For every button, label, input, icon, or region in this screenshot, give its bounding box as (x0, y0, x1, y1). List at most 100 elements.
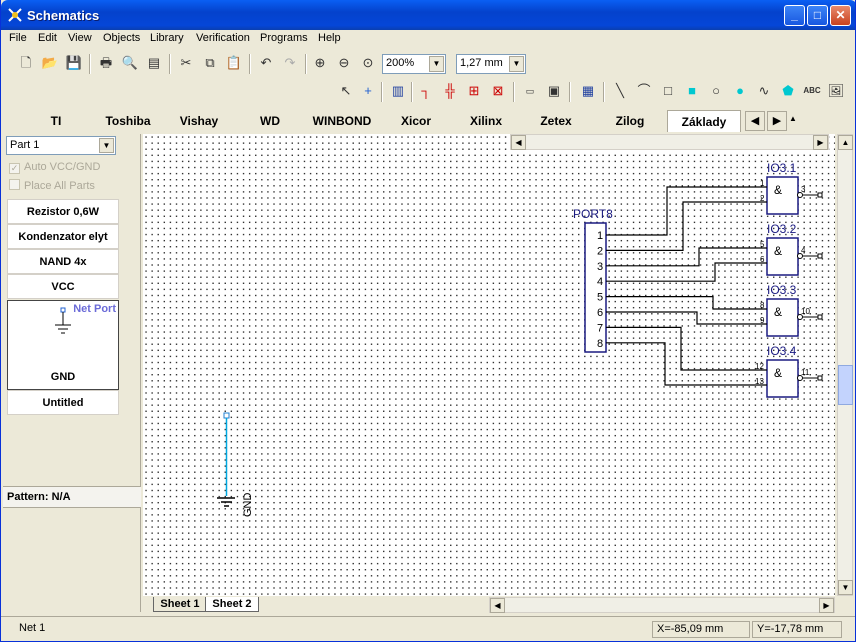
expand-icon[interactable]: ▲ (789, 114, 797, 123)
menu-programs[interactable]: Programs (260, 32, 308, 44)
copy-icon[interactable]: ⧉ (201, 54, 219, 72)
scroll-right-icon[interactable]: ▶ (813, 135, 828, 150)
save-icon[interactable]: 💾 (65, 54, 83, 72)
paste-icon[interactable]: 📋 (225, 54, 243, 72)
tab-zaklady[interactable]: Základy (667, 110, 741, 132)
grid-select[interactable]: 1,27 mm ▼ (456, 54, 526, 74)
menu-objects[interactable]: Objects (103, 32, 140, 44)
output-terminal (817, 253, 823, 259)
net-wire (606, 296, 767, 310)
select-arrow-icon[interactable]: ↖ (337, 82, 355, 100)
horizontal-scrollbar[interactable]: ◀ ▶ (489, 597, 835, 613)
junction-icon[interactable]: ⊠ (489, 82, 507, 100)
part-item-kondenzator[interactable]: Kondenzator elyt (7, 224, 119, 249)
print-icon[interactable]: 🖶 (97, 54, 115, 72)
status-y-coordinate: Y=-17,78 mm (752, 621, 842, 638)
bus-icon[interactable]: ╬ (441, 82, 459, 100)
tab-toshiba[interactable]: Toshiba (95, 110, 161, 132)
tab-scroll-right-icon[interactable]: ▶ (767, 111, 787, 131)
zoom-fit-icon[interactable]: ⊙ (359, 54, 377, 72)
arc-icon[interactable]: ⌒ (635, 82, 653, 100)
new-icon[interactable]: 🗋 (17, 54, 35, 72)
tab-zetex[interactable]: Zetex (529, 110, 583, 132)
scroll-left-icon[interactable]: ◀ (511, 135, 526, 150)
schematic-canvas[interactable]: PORT8 1 2 3 4 5 6 7 8 IO3.1 & 3 1 2 IO3.2 & 4 5 6 IO3.3 & 10 8… (143, 134, 835, 596)
line-icon[interactable]: ╲ (611, 82, 629, 100)
ground-symbol-icon (55, 307, 71, 334)
maximize-button[interactable]: □ (807, 5, 828, 26)
menu-file[interactable]: File (9, 32, 27, 44)
menu-edit[interactable]: Edit (38, 32, 57, 44)
table-icon[interactable]: ▦ (579, 82, 597, 100)
tab-wd[interactable]: WD (244, 110, 296, 132)
canvas-top-scrollbar[interactable]: ◀ ▶ (510, 134, 829, 150)
component-icon[interactable]: ▥ (389, 82, 407, 100)
menu-bar: File Edit View Objects Library Verificat… (1, 30, 855, 48)
polygon-icon[interactable]: ⬟ (779, 82, 797, 100)
separator (89, 54, 91, 74)
output-terminal (817, 314, 823, 320)
sheet-tab-1[interactable]: Sheet 1 (153, 597, 207, 612)
part-item-nand[interactable]: NAND 4x (7, 249, 119, 274)
menu-help[interactable]: Help (318, 32, 341, 44)
ellipse-icon[interactable]: ○ (707, 82, 725, 100)
tab-ti[interactable]: TI (31, 110, 81, 132)
separator (569, 82, 571, 102)
chevron-down-icon: ▼ (429, 56, 444, 72)
minimize-button[interactable]: _ (784, 5, 805, 26)
part-item-rezistor[interactable]: Rezistor 0,6W (7, 199, 119, 224)
separator (249, 54, 251, 74)
open-icon[interactable]: 📂 (41, 54, 59, 72)
tab-scroll-left-icon[interactable]: ◀ (745, 111, 765, 131)
wire-icon[interactable]: ┐ (417, 82, 435, 100)
scroll-left-icon[interactable]: ◀ (490, 598, 505, 613)
part-preview-gnd[interactable]: Net Port GND (7, 300, 119, 390)
vertical-scroll-thumb[interactable] (838, 365, 853, 405)
part-item-vcc[interactable]: VCC (7, 274, 119, 299)
place-all-label: Place All Parts (24, 180, 95, 192)
print-preview-icon[interactable]: 🔍 (121, 54, 139, 72)
auto-vcc-checkbox[interactable]: ✓ Auto VCC/GND (9, 161, 100, 174)
cut-icon[interactable]: ✂ (177, 54, 195, 72)
part-select[interactable]: Part 1 ▼ (6, 136, 116, 155)
port-pin-number: 1 (597, 230, 603, 242)
port-icon[interactable]: ▭ (521, 82, 539, 100)
filled-rectangle-icon[interactable]: ■ (683, 82, 701, 100)
zoom-select[interactable]: 200% ▼ (382, 54, 446, 74)
page-setup-icon[interactable]: ▤ (145, 54, 163, 72)
image-icon[interactable]: 🖼 (827, 82, 845, 100)
tab-xicor[interactable]: Xicor (389, 110, 443, 132)
rectangle-icon[interactable]: □ (659, 82, 677, 100)
text-icon[interactable]: ABC (803, 82, 821, 100)
menu-view[interactable]: View (68, 32, 92, 44)
undo-icon[interactable]: ↶ (257, 54, 275, 72)
scroll-down-icon[interactable]: ▼ (838, 580, 853, 595)
gate-symbol: & (774, 366, 782, 380)
polyline-icon[interactable]: ∿ (755, 82, 773, 100)
close-button[interactable]: ✕ (830, 5, 851, 26)
output-pin-number: 10 (801, 307, 810, 316)
net-wire (606, 342, 767, 386)
vertical-scrollbar[interactable]: ▲ ▼ (837, 134, 853, 596)
net-icon[interactable]: ⊞ (465, 82, 483, 100)
zoom-in-icon[interactable]: ⊕ (311, 54, 329, 72)
chip-icon[interactable]: ▣ (545, 82, 563, 100)
redo-icon[interactable]: ↷ (281, 54, 299, 72)
menu-library[interactable]: Library (150, 32, 184, 44)
place-all-checkbox[interactable]: Place All Parts (9, 179, 95, 192)
menu-verification[interactable]: Verification (196, 32, 250, 44)
scroll-up-icon[interactable]: ▲ (838, 135, 853, 150)
zoom-out-icon[interactable]: ⊖ (335, 54, 353, 72)
crosshair-icon[interactable]: + (359, 82, 377, 100)
tab-winbond[interactable]: WINBOND (306, 110, 378, 132)
status-x-coordinate: X=-85,09 mm (652, 621, 750, 638)
port-pin-number: 2 (597, 245, 603, 257)
filled-ellipse-icon[interactable]: ● (731, 82, 749, 100)
tab-zilog[interactable]: Zilog (601, 110, 659, 132)
tab-xilinx[interactable]: Xilinx (459, 110, 513, 132)
tab-vishay[interactable]: Vishay (169, 110, 229, 132)
part-item-untitled[interactable]: Untitled (7, 390, 119, 415)
chevron-down-icon: ▼ (99, 138, 114, 153)
scroll-right-icon[interactable]: ▶ (819, 598, 834, 613)
sheet-tab-2[interactable]: Sheet 2 (205, 597, 259, 612)
